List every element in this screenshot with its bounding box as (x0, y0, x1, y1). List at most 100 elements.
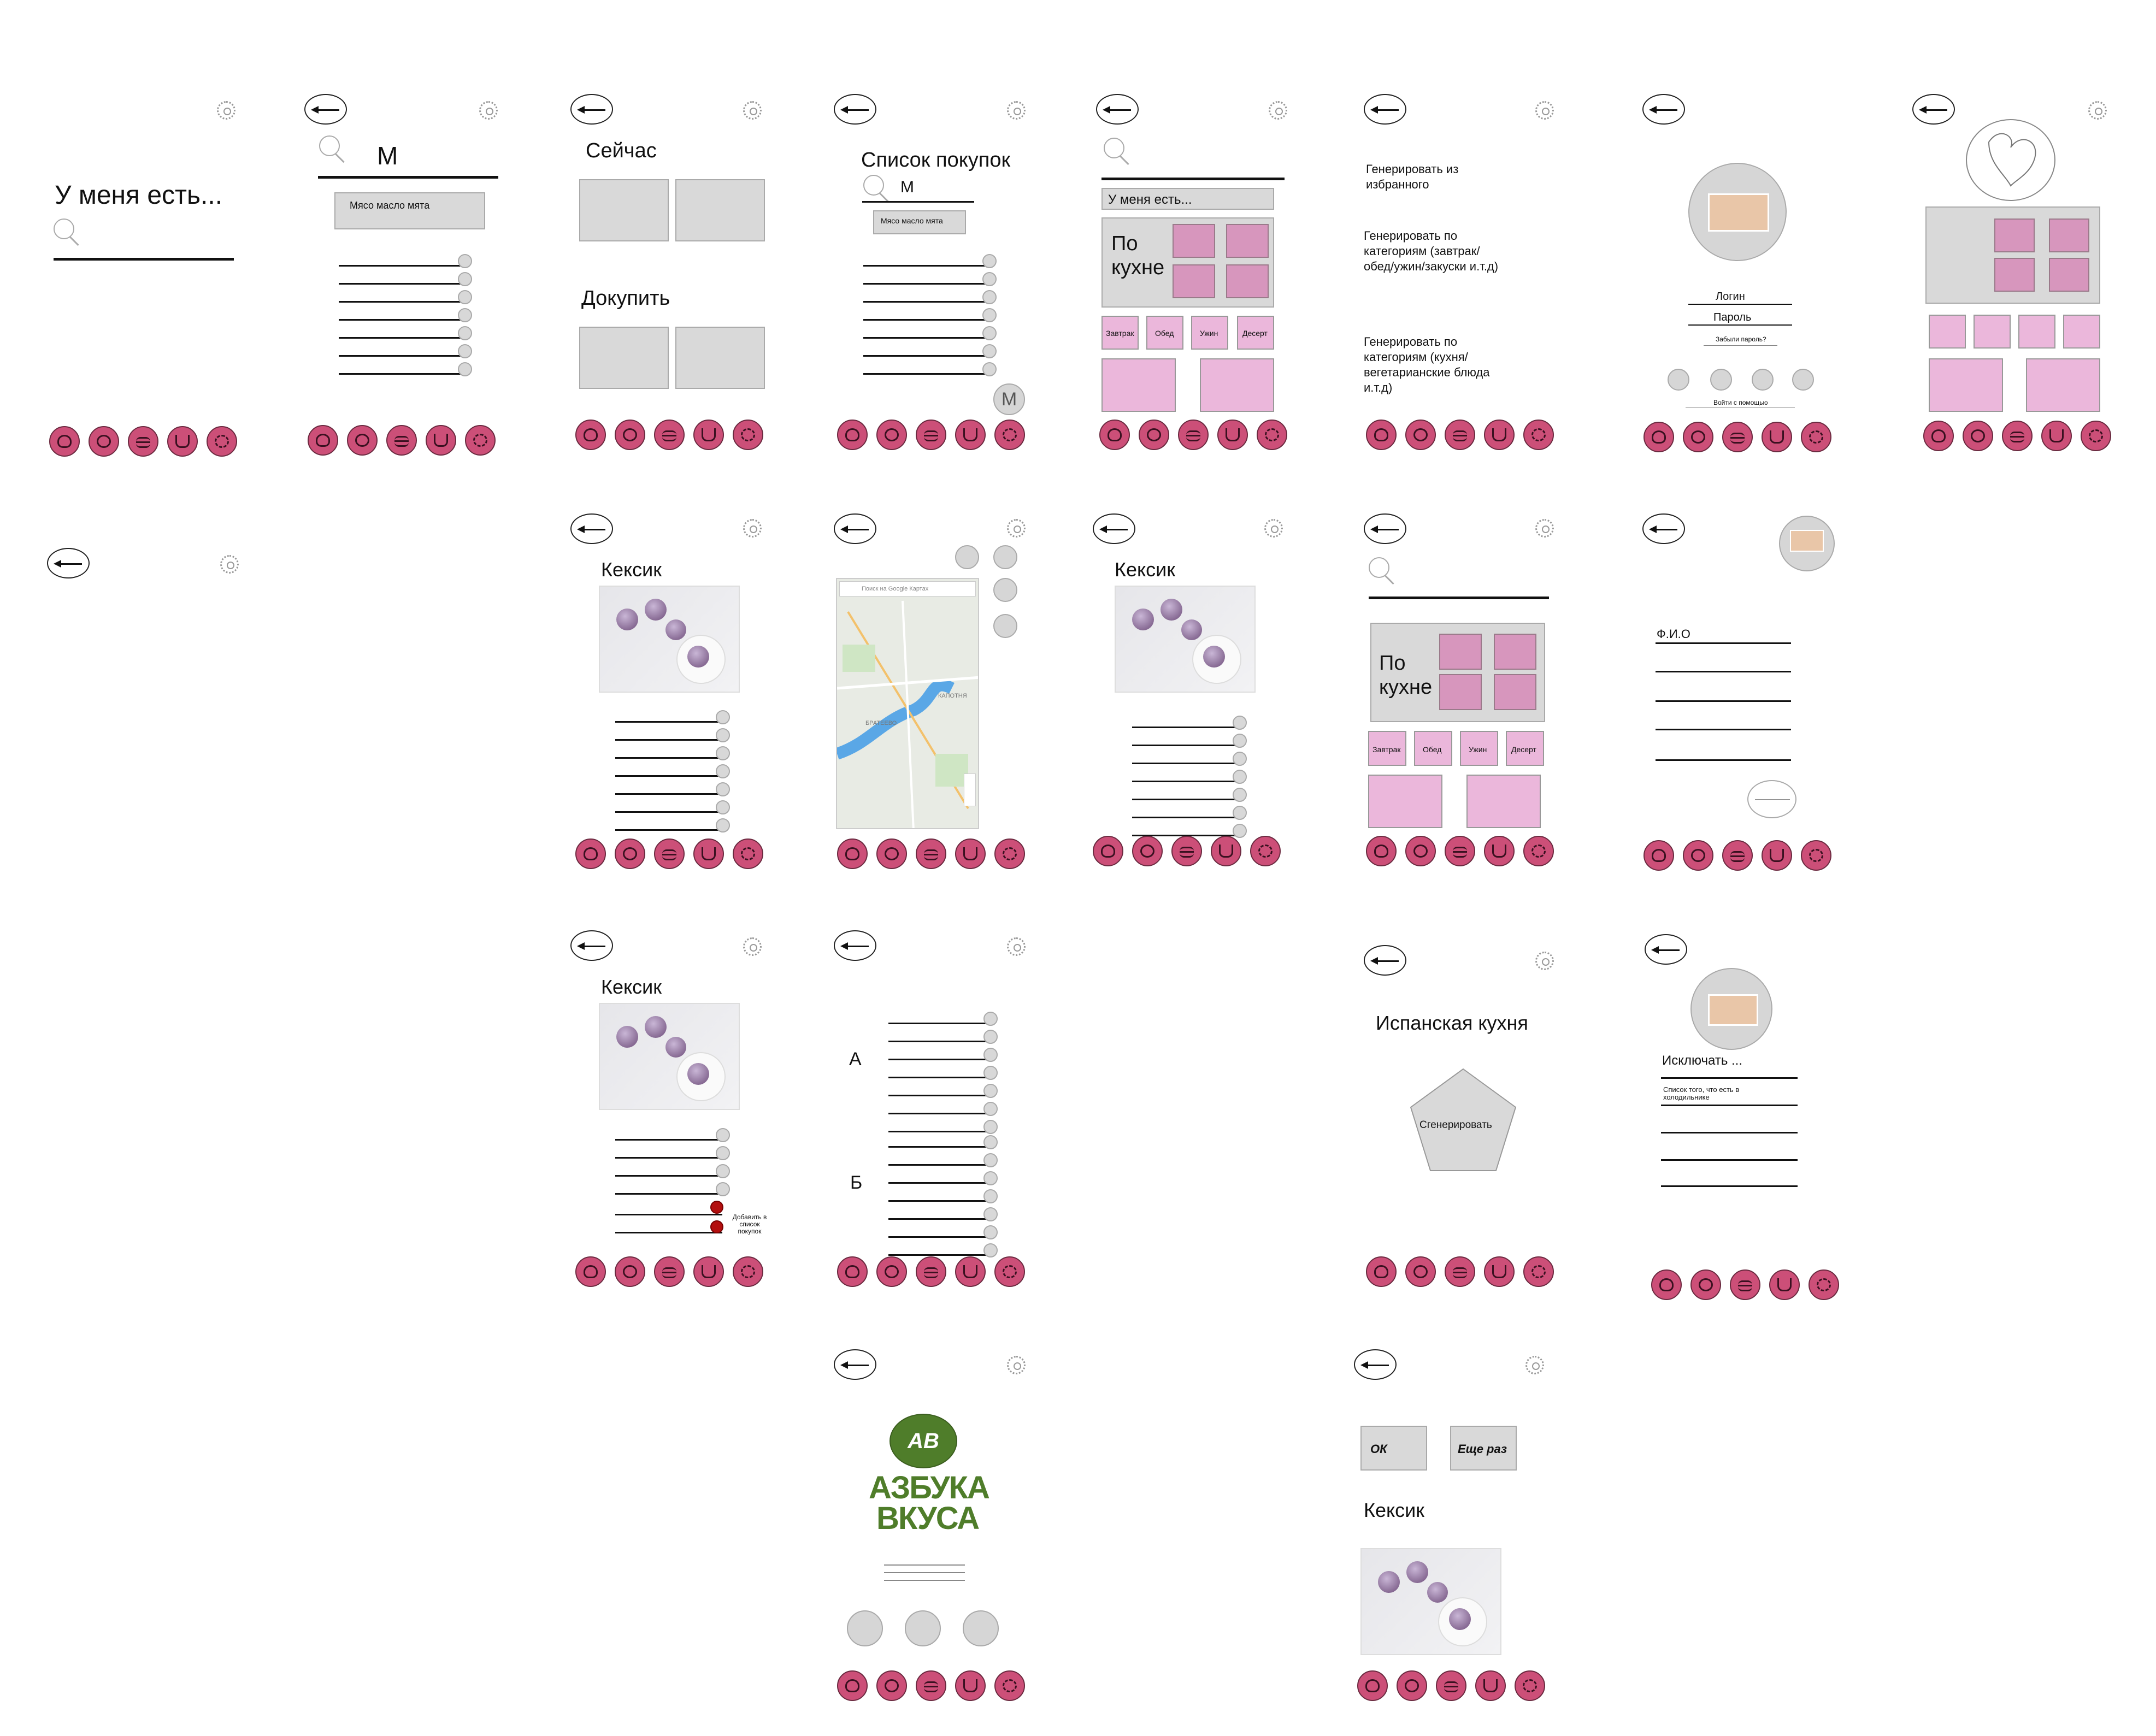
menu-nav-icon[interactable] (128, 426, 158, 457)
favorites-block[interactable] (1925, 206, 2100, 304)
search-icon[interactable] (319, 135, 346, 163)
cart-nav-icon[interactable] (955, 839, 986, 869)
search-nav-icon[interactable] (1405, 836, 1436, 866)
back-icon[interactable] (1354, 1349, 1397, 1380)
generate-nav-icon[interactable] (1523, 420, 1554, 450)
cart-nav-icon[interactable] (955, 420, 986, 450)
back-icon[interactable] (1364, 945, 1406, 976)
search-nav-icon[interactable] (876, 839, 907, 869)
cuisine-tile[interactable] (1173, 224, 1215, 258)
generate-nav-icon[interactable] (1801, 840, 1831, 871)
cuisine-tile[interactable] (1226, 224, 1269, 258)
generate-nav-icon[interactable] (994, 1256, 1025, 1287)
search-nav-icon[interactable] (615, 1256, 645, 1287)
promo-tile[interactable] (2026, 358, 2100, 412)
favorites-nav-icon[interactable] (837, 1256, 868, 1287)
cuisine-tile[interactable] (1494, 674, 1536, 710)
back-icon[interactable] (1364, 513, 1406, 544)
favorites-nav-icon[interactable] (575, 839, 606, 869)
fab-button[interactable]: M (993, 383, 1025, 415)
generate-by-cuisine[interactable]: Генерировать по категориям (кухня/ вегет… (1364, 334, 1511, 395)
social-login-button[interactable] (1752, 369, 1774, 391)
settings-icon[interactable] (1269, 101, 1287, 120)
back-icon[interactable] (1912, 94, 1955, 125)
menu-nav-icon[interactable] (916, 420, 946, 450)
add-to-list-button[interactable] (710, 1201, 723, 1214)
heart-icon[interactable] (1966, 119, 2055, 201)
favorites-nav-icon[interactable] (1357, 1670, 1388, 1701)
favorites-nav-icon[interactable] (575, 420, 606, 450)
back-icon[interactable] (570, 930, 613, 961)
search-nav-icon[interactable] (1139, 420, 1169, 450)
favorite-tile[interactable] (1994, 258, 2035, 292)
form-input[interactable] (1661, 1185, 1798, 1187)
promo-tile[interactable] (1101, 358, 1176, 412)
category-lunch[interactable]: Обед (1414, 731, 1452, 766)
generate-nav-icon[interactable] (733, 839, 763, 869)
cuisine-block[interactable]: По кухне (1370, 623, 1545, 722)
store-option-button[interactable] (847, 1610, 883, 1646)
search-icon[interactable] (1104, 138, 1131, 165)
search-query[interactable]: М (900, 178, 914, 197)
category-tile[interactable] (2018, 315, 2055, 349)
menu-nav-icon[interactable] (1445, 420, 1475, 450)
favorites-nav-icon[interactable] (1099, 420, 1130, 450)
search-nav-icon[interactable] (347, 425, 378, 456)
login-input[interactable] (1688, 304, 1792, 305)
form-input[interactable] (1656, 671, 1791, 672)
menu-nav-icon[interactable] (2002, 421, 2033, 451)
cart-nav-icon[interactable] (693, 839, 724, 869)
back-icon[interactable] (570, 94, 613, 125)
generate-by-meal[interactable]: Генерировать по категориям (завтрак/ обе… (1364, 228, 1511, 274)
category-dessert[interactable]: Десерт (1506, 731, 1544, 766)
back-icon[interactable] (1645, 934, 1687, 965)
settings-icon[interactable] (1535, 952, 1554, 970)
favorite-tile[interactable] (1994, 219, 2035, 252)
password-input[interactable] (1688, 324, 1792, 326)
menu-nav-icon[interactable] (386, 425, 417, 456)
promo-tile[interactable] (1466, 775, 1541, 828)
again-button[interactable]: Еще раз (1450, 1426, 1517, 1471)
suggestion-item[interactable]: Мясо масло мята (873, 210, 966, 234)
back-icon[interactable] (1642, 513, 1685, 544)
generate-nav-icon[interactable] (2081, 421, 2111, 451)
favorites-nav-icon[interactable] (49, 426, 80, 457)
favorites-nav-icon[interactable] (1643, 840, 1674, 871)
generate-nav-icon[interactable] (1523, 836, 1554, 866)
settings-icon[interactable] (479, 101, 498, 120)
back-icon[interactable] (834, 1349, 876, 1380)
search-nav-icon[interactable] (1683, 840, 1713, 871)
generate-nav-icon[interactable] (1257, 420, 1287, 450)
category-breakfast[interactable]: Завтрак (1101, 316, 1139, 350)
generate-nav-icon[interactable] (994, 420, 1025, 450)
cart-nav-icon[interactable] (1475, 1670, 1506, 1701)
search-nav-icon[interactable] (615, 839, 645, 869)
favorites-nav-icon[interactable] (837, 1670, 868, 1701)
favorite-tile[interactable] (2049, 258, 2089, 292)
back-icon[interactable] (834, 513, 876, 544)
menu-nav-icon[interactable] (916, 839, 946, 869)
generate-nav-icon[interactable] (733, 1256, 763, 1287)
search-input[interactable] (318, 176, 498, 179)
category-tile[interactable] (1929, 315, 1966, 349)
cart-nav-icon[interactable] (1211, 836, 1241, 866)
suggestion-item[interactable]: Мясо масло мята (334, 192, 485, 229)
cart-nav-icon[interactable] (1484, 836, 1515, 866)
category-dinner[interactable]: Ужин (1460, 731, 1498, 766)
buy-card[interactable] (579, 327, 669, 389)
search-nav-icon[interactable] (89, 426, 119, 457)
next-arrow-button[interactable] (1747, 780, 1796, 818)
map-option-button[interactable] (955, 545, 979, 569)
form-input[interactable] (1661, 1132, 1798, 1133)
store-option-button[interactable] (905, 1610, 941, 1646)
promo-tile[interactable] (1929, 358, 2003, 412)
search-nav-icon[interactable] (1690, 1269, 1721, 1300)
generate-button[interactable]: Сгенерировать (1410, 1068, 1517, 1172)
settings-icon[interactable] (1535, 101, 1554, 120)
back-icon[interactable] (1642, 94, 1685, 125)
menu-nav-icon[interactable] (1730, 1269, 1760, 1300)
avatar[interactable] (1779, 516, 1835, 571)
menu-nav-icon[interactable] (654, 1256, 685, 1287)
fio-input[interactable] (1656, 642, 1791, 644)
cart-nav-icon[interactable] (2041, 421, 2072, 451)
